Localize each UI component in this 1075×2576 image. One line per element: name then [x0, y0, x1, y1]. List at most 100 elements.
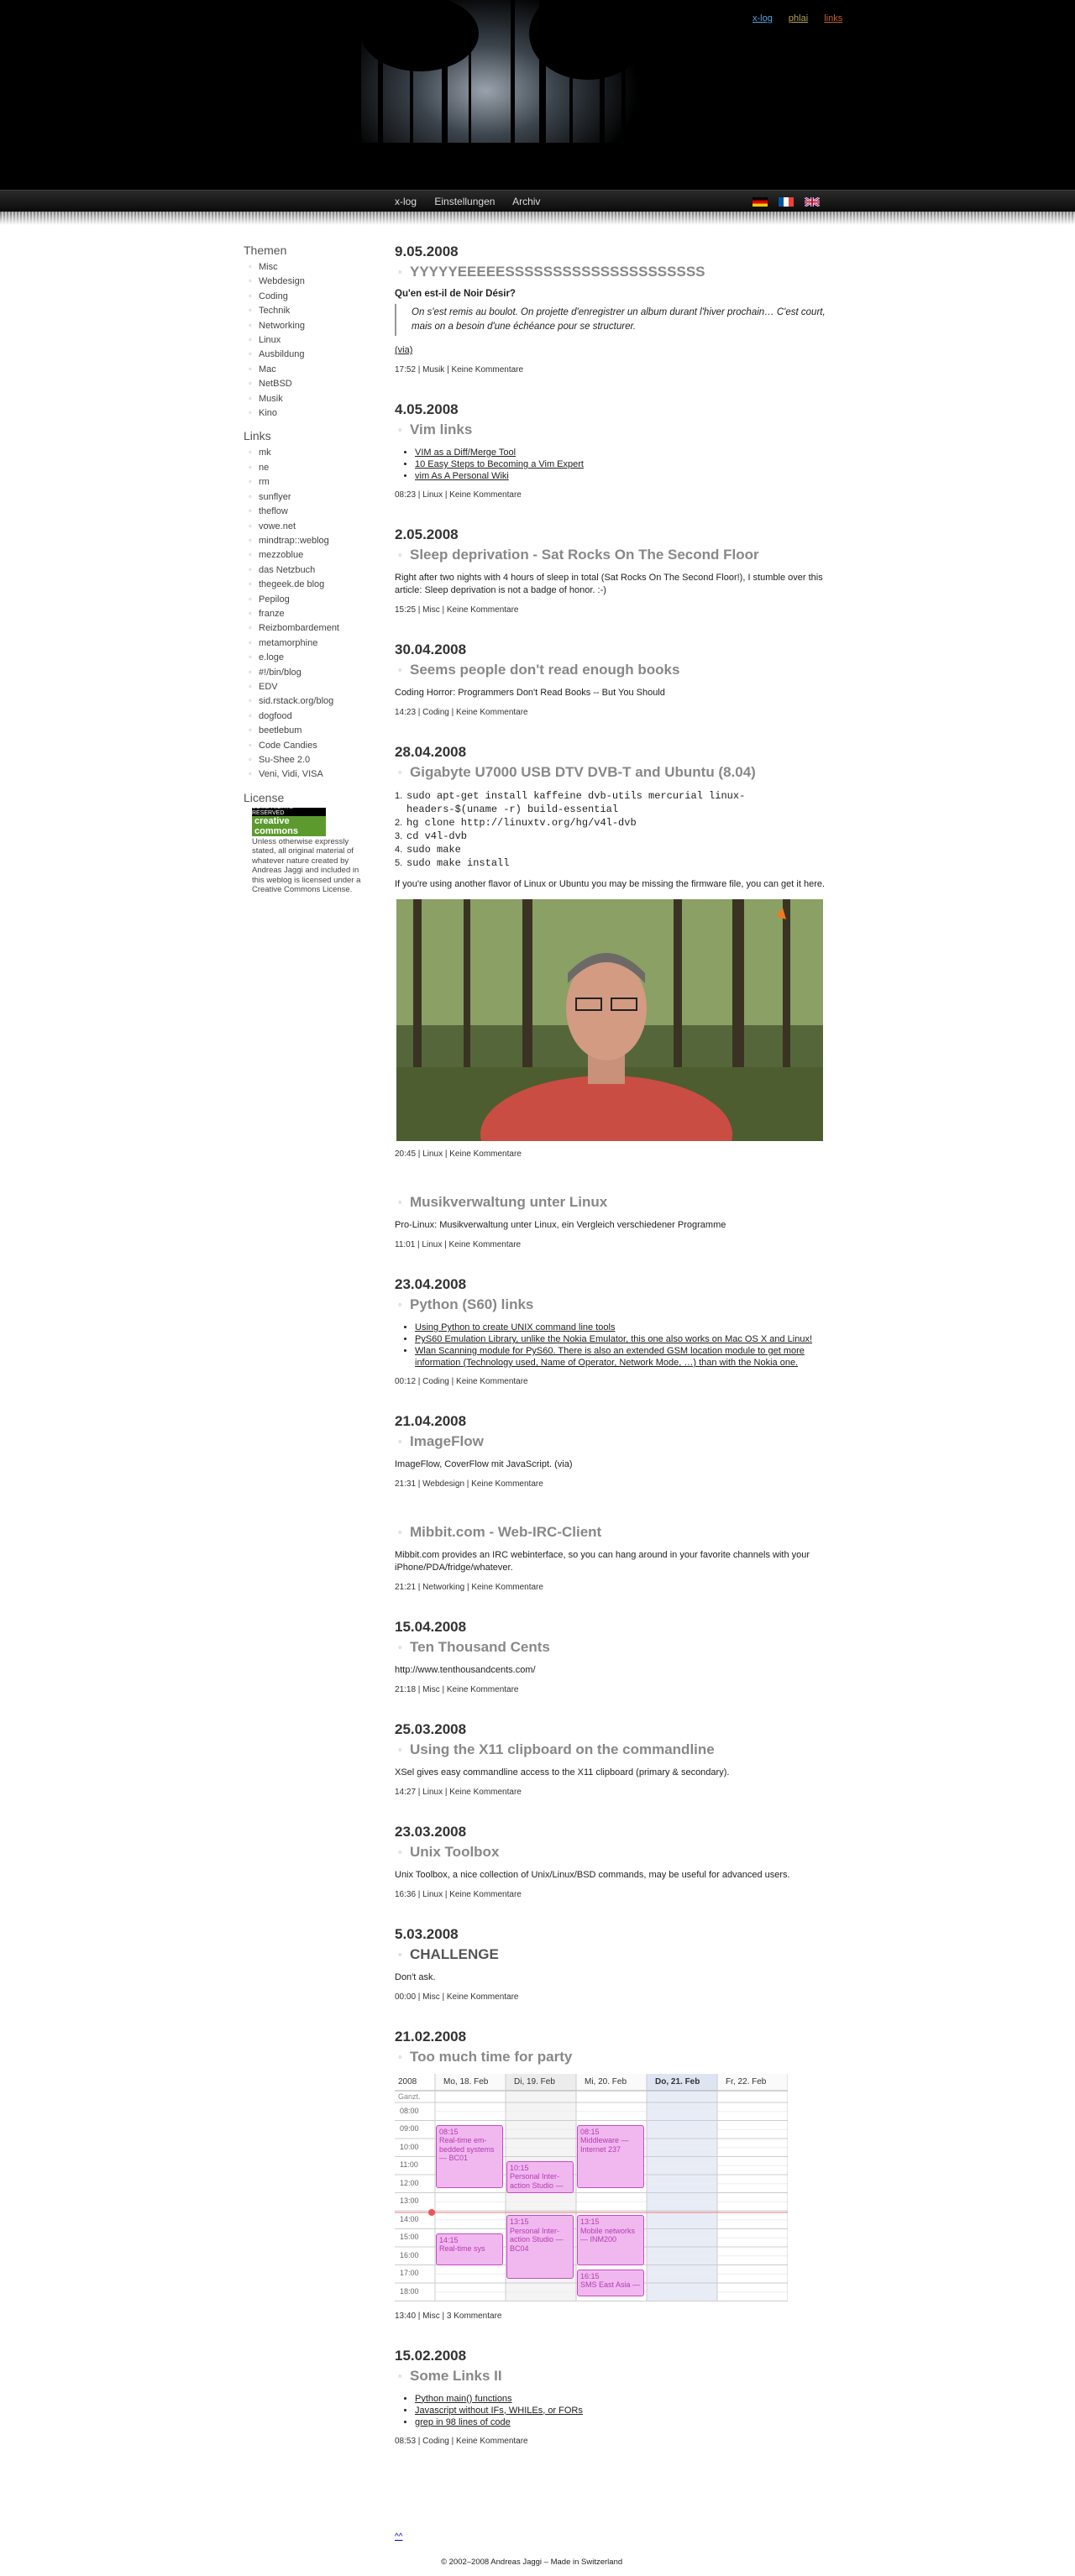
sidebar-link-item[interactable]: Pepilog — [244, 593, 353, 608]
sidebar-theme-item[interactable]: Kino — [244, 406, 353, 421]
sidebar-link-item[interactable]: mezzoblue — [244, 548, 353, 563]
nav-archiv[interactable]: Archiv — [512, 196, 540, 207]
sidebar-link-item[interactable]: EDV — [244, 680, 353, 695]
calendar-event[interactable]: 16:15 SMS East Asia — — [577, 2269, 644, 2297]
sidebar-theme-item[interactable]: Webdesign — [244, 275, 353, 290]
post-link-item[interactable]: 10 Easy Steps to Becoming a Vim Expert — [415, 458, 831, 470]
post-title[interactable]: Using the X11 clipboard on the commandli… — [395, 1741, 831, 1758]
sidebar-link-item[interactable]: metamorphine — [244, 636, 353, 652]
sidebar-theme-item[interactable]: Misc — [244, 260, 353, 275]
post-body: If you're using another flavor of Linux … — [395, 879, 826, 889]
code-line-number: 5. — [395, 858, 403, 868]
post-link-item[interactable]: VIM as a Diff/Merge Tool — [415, 447, 831, 458]
post-spacer — [395, 1516, 831, 1524]
post-link-item[interactable]: Javascript without IFs, WHILEs, or FORs — [415, 2405, 831, 2416]
calendar-event[interactable]: 10:15 Personal Inter- action Studio — — [506, 2160, 574, 2193]
calendar-event[interactable]: 08:15 Real-time em- bedded systems — BC0… — [436, 2124, 503, 2189]
sidebar-link-item[interactable]: vowe.net — [244, 520, 353, 535]
uk-flag-icon[interactable] — [805, 197, 821, 207]
top-links: x-log phlai links — [752, 13, 856, 24]
sidebar-link-item[interactable]: das Netzbuch — [244, 563, 353, 579]
sidebar-link-item[interactable]: e.loge — [244, 651, 353, 666]
post-link-item[interactable]: Using Python to create UNIX command line… — [415, 1322, 831, 1333]
german-flag-icon[interactable] — [752, 197, 768, 207]
video-player[interactable] — [396, 899, 823, 1141]
blog-post: 30.04.2008 Seems people don't read enough… — [395, 641, 831, 717]
post-link-item[interactable]: Python main() functions — [415, 2393, 831, 2405]
post-title[interactable]: Ten Thousand Cents — [395, 1639, 831, 1656]
code-line: 2. hg clone http://linuxtv.org/hg/v4l-dvb — [395, 816, 831, 830]
nav-einstellungen[interactable]: Einstellungen — [434, 196, 495, 207]
sidebar-link-item[interactable]: beetlebum — [244, 724, 353, 739]
sidebar-theme-item[interactable]: Coding — [244, 290, 353, 305]
post-title[interactable]: Sleep deprivation - Sat Rocks On The Sec… — [395, 547, 831, 563]
french-flag-icon[interactable] — [779, 197, 794, 207]
sidebar-theme-item[interactable]: NetBSD — [244, 377, 353, 392]
sidebar-link-item[interactable]: Reizbombardement — [244, 621, 353, 636]
sidebar-link-item[interactable]: Su-Shee 2.0 — [244, 753, 353, 768]
sidebar-link-item[interactable]: sid.rstack.org/blog — [244, 694, 353, 709]
calendar-event[interactable]: 14:15 Real-time sys — [436, 2233, 503, 2265]
top-link-xlog[interactable]: x-log — [752, 13, 773, 24]
post-title[interactable]: Seems people don't read enough books — [395, 662, 831, 678]
via-link[interactable]: (via) — [395, 344, 831, 357]
sidebar-link-item[interactable]: franze — [244, 607, 353, 622]
post-title[interactable]: Some Links II — [395, 2368, 831, 2385]
blog-post: 28.04.2008 Gigabyte U7000 USB DTV DVB-T a… — [395, 744, 831, 1159]
code-line-number: 4. — [395, 845, 403, 855]
sidebar-theme-item[interactable]: Technik — [244, 304, 353, 319]
sidebar-link-item[interactable]: mk — [244, 446, 353, 461]
sidebar-link-item[interactable]: Code Candies — [244, 739, 353, 754]
blog-post: 15.02.2008 Some Links II Python main() fun… — [395, 2348, 831, 2446]
sidebar-theme-item[interactable]: Mac — [244, 363, 353, 378]
nav-xlog[interactable]: x-log — [395, 196, 417, 207]
code-line: 3. cd v4l-dvb — [395, 830, 831, 843]
sidebar-link-item[interactable]: #!/bin/blog — [244, 666, 353, 681]
sidebar-link-item[interactable]: mindtrap::weblog — [244, 534, 353, 549]
post-title[interactable]: CHALLENGE — [395, 1946, 831, 1963]
post-title[interactable]: Too much time for party — [395, 2049, 831, 2066]
back-to-top-link[interactable]: ^^ — [395, 2532, 402, 2542]
calendar-now-marker — [428, 2209, 435, 2216]
code-line-number: 1. — [395, 791, 403, 801]
links-heading: Links — [244, 429, 271, 443]
post-title[interactable]: Mibbit.com - Web-IRC-Client — [395, 1524, 831, 1541]
post-link-item[interactable]: vim As A Personal Wiki — [415, 470, 831, 482]
post-title[interactable]: Gigabyte U7000 USB DTV DVB-T and Ubuntu … — [395, 764, 831, 781]
sidebar-link-item[interactable]: Veni, Vidi, VISA — [244, 767, 353, 783]
calendar-hour-label: 11:00 — [400, 2160, 418, 2170]
post-link-item[interactable]: Wlan Scanning module for PyS60. There is… — [415, 1345, 831, 1369]
sidebar-link-item[interactable]: sunflyer — [244, 490, 353, 505]
sidebar-link-item[interactable]: ne — [244, 461, 353, 476]
post-link-item[interactable]: grep in 98 lines of code — [415, 2416, 831, 2428]
post-title[interactable]: ImageFlow — [395, 1433, 831, 1450]
top-link-links[interactable]: links — [824, 13, 842, 24]
sidebar-theme-item[interactable]: Networking — [244, 319, 353, 334]
post-body: XSel gives easy commandline access to th… — [395, 1767, 730, 1778]
post-title[interactable]: Vim links — [395, 421, 831, 438]
post-title[interactable]: Python (S60) links — [395, 1296, 831, 1313]
post-title[interactable]: Musikverwaltung unter Linux — [395, 1194, 831, 1211]
sidebar-link-item[interactable]: thegeek.de blog — [244, 578, 353, 593]
post-title[interactable]: Unix Toolbox — [395, 1844, 831, 1861]
post-title[interactable]: YYYYYEEEEESSSSSSSSSSSSSSSSSSSSS — [395, 264, 831, 280]
post-meta: 08:53 | Coding | Keine Kommentare — [395, 2436, 528, 2446]
code-line-number: 3. — [395, 831, 403, 841]
sidebar-theme-item[interactable]: Linux — [244, 333, 353, 348]
sidebar-link-item[interactable]: theflow — [244, 505, 353, 520]
blog-post: 15.04.2008 Ten Thousand Cents http://www.t… — [395, 1619, 831, 1694]
sidebar-theme-item[interactable]: Ausbildung — [244, 348, 353, 363]
calendar-event[interactable]: 08:15 Middleware — Internet 237 — [577, 2124, 644, 2189]
sidebar-link-item[interactable]: rm — [244, 475, 353, 490]
sidebar-theme-item[interactable]: Musik — [244, 392, 353, 407]
post-link-list: VIM as a Diff/Merge Tool10 Easy Steps to… — [395, 447, 831, 482]
sidebar-link-item[interactable]: dogfood — [244, 709, 353, 725]
post-date: 15.04.2008 — [395, 1619, 467, 1635]
header-banner: x-log phlai links — [0, 0, 1075, 190]
calendar-event[interactable]: 13:15 Personal Inter- action Studio — BC… — [506, 2215, 574, 2279]
calendar-event[interactable]: 13:15 Mobile networks — INM200 — [577, 2215, 644, 2265]
top-link-phlai[interactable]: phlai — [789, 13, 808, 24]
post-link-item[interactable]: PyS60 Emulation Library, unlike the Noki… — [415, 1333, 831, 1345]
blog-post: 5.03.2008 CHALLENGE Don't ask. 00:00 | Misc… — [395, 1926, 831, 2002]
creative-commons-badge[interactable]: SOME RIGHTS RESERVED creative commons — [252, 804, 326, 837]
